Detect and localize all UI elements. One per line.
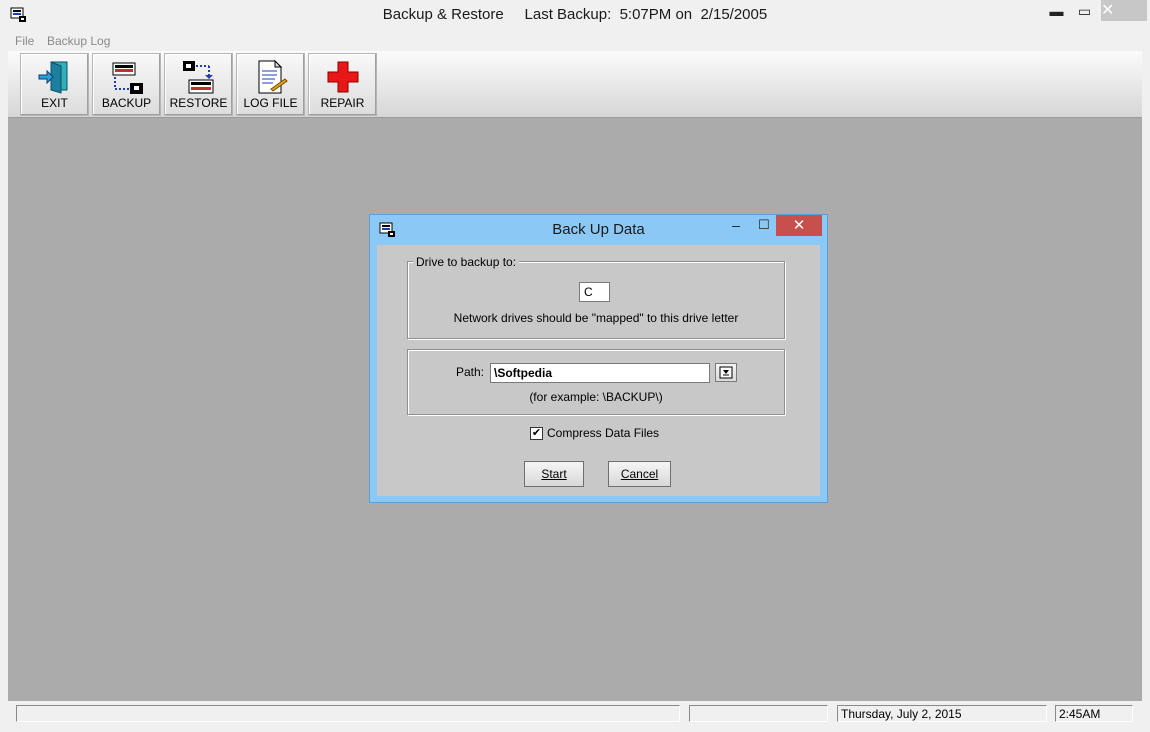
window-title: Backup & Restore Last Backup: 5:07PM on … [382,6,768,23]
restore-button[interactable]: RESTORE [164,53,233,116]
restore-icon [183,61,214,94]
status-panel-message [16,705,680,722]
window-titlebar: Backup & Restore Last Backup: 5:07PM on … [0,0,1150,31]
download-arrow-icon [719,366,733,379]
browse-folder-button[interactable] [715,363,737,382]
compress-checkbox[interactable]: ✔ [530,427,543,440]
menu-bar: File Backup Log [8,31,1142,51]
compress-label[interactable]: Compress Data Files [547,426,659,440]
backup-icon [112,62,143,94]
log-file-button[interactable]: LOG FILE [236,53,305,116]
path-example-text: (for example: \BACKUP\) [529,390,663,404]
exit-door-icon [38,61,68,94]
minimize-button[interactable]: ▬ [1042,0,1071,22]
back-up-data-dialog: Back Up Data – ☐ ✕ Drive to backup to: C… [369,214,828,503]
repair-button[interactable]: REPAIR [308,53,377,116]
exit-label: EXIT [41,96,68,110]
dialog-close-button[interactable]: ✕ [776,215,822,236]
close-button[interactable]: ✕ [1101,0,1147,21]
backup-label: BACKUP [101,96,152,110]
drive-letter-input[interactable]: C [579,282,610,302]
maximize-button[interactable]: ▭ [1070,0,1099,22]
red-cross-icon [327,61,359,93]
log-file-icon [258,59,288,94]
dialog-minimize-button[interactable]: – [724,217,748,237]
status-time: 2:45AM [1055,705,1133,722]
menu-backup-log[interactable]: Backup Log [47,34,110,48]
backup-button[interactable]: BACKUP [92,53,161,116]
status-date: Thursday, July 2, 2015 [837,705,1047,722]
start-button[interactable]: Start [524,461,584,487]
toolbar: EXIT BACKUP RESTORE LOG FILE REPAIR [8,51,1142,118]
status-panel-secondary [689,705,828,722]
repair-label: REPAIR [320,96,365,110]
drive-groupbox-label: Drive to backup to: [413,255,520,269]
path-label: Path: [456,365,485,379]
dialog-body: Drive to backup to: C Network drives sho… [377,245,820,496]
menu-file[interactable]: File [15,34,34,48]
status-bar: Thursday, July 2, 2015 2:45AM [8,701,1142,729]
dialog-maximize-button[interactable]: ☐ [752,217,776,237]
exit-button[interactable]: EXIT [20,53,89,116]
path-input[interactable]: \Softpedia [490,363,710,383]
cancel-button[interactable]: Cancel [608,461,671,487]
restore-label: RESTORE [169,96,228,110]
log-file-label: LOG FILE [243,96,298,110]
drive-hint-text: Network drives should be "mapped" to thi… [453,311,739,325]
